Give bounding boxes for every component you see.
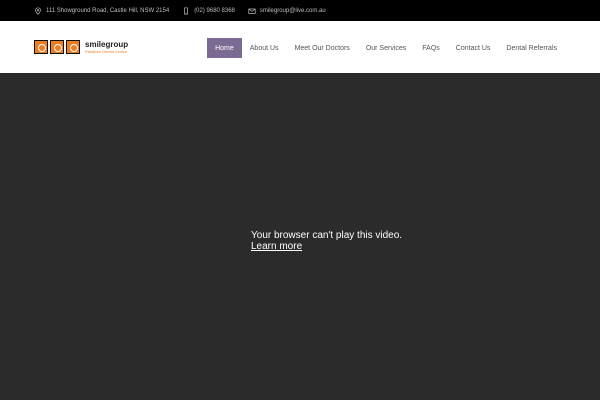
main-nav: Home About Us Meet Our Doctors Our Servi… xyxy=(207,38,565,58)
phone-info[interactable]: (02) 9680 8368 xyxy=(182,6,235,15)
learn-more-link[interactable]: Learn more xyxy=(251,241,402,252)
nav-item-faqs[interactable]: FAQs xyxy=(414,38,448,58)
location-pin-icon xyxy=(35,6,41,15)
nav-item-about-us[interactable]: About Us xyxy=(242,38,287,58)
logo-tile-2 xyxy=(50,40,64,54)
video-error-message: Your browser can't play this video. Lear… xyxy=(251,230,402,252)
nav-item-our-services[interactable]: Our Services xyxy=(358,38,414,58)
email-text[interactable]: smilegroup@live.com.au xyxy=(260,8,326,14)
logo-tile-3 xyxy=(66,40,80,54)
logo-tile-1 xyxy=(34,40,48,54)
nav-item-contact-us[interactable]: Contact Us xyxy=(448,38,499,58)
nav-item-home[interactable]: Home xyxy=(207,38,242,58)
address-text: 111 Showground Road, Castle Hill, NSW 21… xyxy=(46,7,170,14)
phone-icon xyxy=(184,6,189,15)
video-error-text: Your browser can't play this video. xyxy=(251,230,403,241)
nav-item-meet-our-doctors[interactable]: Meet Our Doctors xyxy=(287,38,358,58)
logo-brand: smilegroup xyxy=(85,39,129,49)
site-logo[interactable]: smilegroup Pavilions Dental Centre xyxy=(34,39,128,55)
email-info[interactable]: smilegroup@live.com.au xyxy=(248,7,326,15)
envelope-icon xyxy=(248,8,256,14)
address-info: 111 Showground Road, Castle Hill, NSW 21… xyxy=(34,6,170,15)
video-player[interactable]: Your browser can't play this video. Lear… xyxy=(0,73,600,400)
site-header: smilegroup Pavilions Dental Centre Home … xyxy=(0,21,600,73)
nav-item-dental-referrals[interactable]: Dental Referrals xyxy=(498,38,565,58)
phone-text[interactable]: (02) 9680 8368 xyxy=(194,8,235,14)
top-info-bar: 111 Showground Road, Castle Hill, NSW 21… xyxy=(0,0,600,21)
logo-text: smilegroup Pavilions Dental Centre xyxy=(85,39,129,54)
logo-tagline: Pavilions Dental Centre xyxy=(85,48,127,54)
